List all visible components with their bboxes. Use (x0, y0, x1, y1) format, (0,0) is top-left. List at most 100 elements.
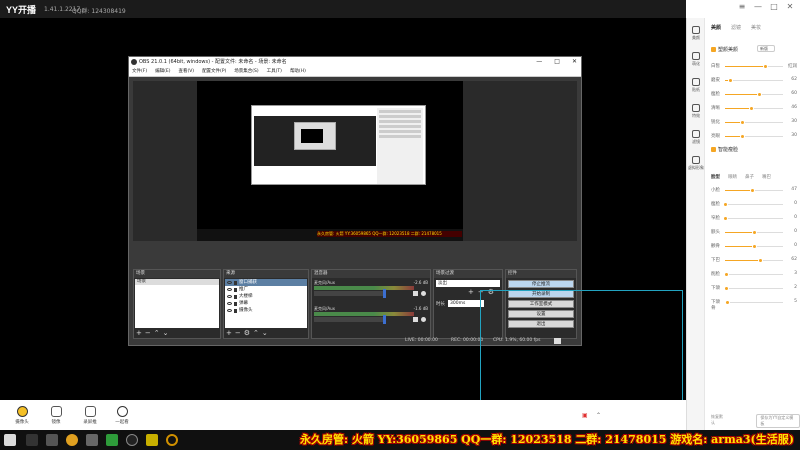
eye-icon[interactable] (227, 309, 232, 312)
tab-makeup[interactable]: 美妆 (751, 24, 761, 31)
slider-track[interactable] (725, 91, 783, 97)
beauty-slider[interactable]: 清晰 46 (711, 104, 797, 112)
lock-icon[interactable] (234, 294, 237, 299)
watch-together-button[interactable]: 一起看 (108, 406, 136, 425)
add-scene-icon[interactable]: + (136, 329, 142, 337)
slider-knob[interactable] (725, 299, 731, 305)
windows-start-icon[interactable] (4, 434, 16, 446)
face-slider[interactable]: 下巴 62 (711, 256, 797, 264)
slider-knob[interactable] (383, 289, 386, 298)
volume-slider[interactable] (314, 315, 386, 324)
maximize-icon[interactable]: □ (768, 2, 780, 11)
slider-track[interactable] (725, 187, 783, 193)
menu-help[interactable]: 帮助(H) (290, 67, 306, 76)
eye-icon[interactable] (227, 302, 232, 305)
remove-scene-icon[interactable]: − (145, 329, 151, 337)
face-slider[interactable]: 窄脸 0 (711, 214, 797, 222)
slider-knob[interactable] (728, 77, 734, 83)
slider-track[interactable] (725, 77, 783, 83)
tool-effect[interactable]: 特效 (687, 104, 705, 119)
tool-avatar[interactable]: 虚拟形象 (687, 156, 705, 171)
menu-file[interactable]: 文件(F) (132, 67, 147, 76)
checkbox-beauty[interactable] (711, 47, 716, 52)
tab-beauty[interactable]: 美颜 (711, 24, 721, 31)
slider-knob[interactable] (739, 133, 745, 139)
slider-track[interactable] (725, 119, 783, 125)
move-down-icon[interactable]: ⌄ (163, 329, 169, 337)
gear-icon[interactable] (421, 317, 426, 322)
slider-track[interactable] (722, 201, 783, 207)
slider-knob[interactable] (739, 119, 745, 125)
source-item[interactable]: 弹幕 (225, 300, 307, 307)
obs-maximize-icon[interactable]: □ (554, 57, 560, 67)
speaker-icon[interactable] (413, 317, 418, 322)
eye-icon[interactable] (227, 288, 232, 291)
app-icon[interactable] (106, 434, 118, 446)
lock-icon[interactable] (234, 280, 237, 285)
yy-taskbar-icon[interactable] (146, 434, 158, 446)
minimize-icon[interactable]: — (752, 2, 764, 11)
exit-button[interactable]: 退出 (508, 320, 574, 328)
eye-icon[interactable] (227, 295, 232, 298)
settings-button[interactable]: 设置 (508, 310, 574, 318)
slider-track[interactable] (725, 229, 783, 235)
face-slider[interactable]: 小脸 47 (711, 186, 797, 194)
obs-minimize-icon[interactable]: — (536, 57, 542, 67)
reset-default-button[interactable]: 恢复默认 (711, 414, 726, 428)
transition-select[interactable]: 淡出 (436, 280, 500, 287)
obs-close-icon[interactable]: ✕ (572, 57, 577, 67)
slider-track[interactable] (725, 133, 783, 139)
close-icon[interactable]: ✕ (784, 2, 796, 11)
chrome-icon[interactable] (66, 434, 78, 446)
slider-track[interactable] (725, 105, 783, 111)
slider-knob[interactable] (749, 187, 755, 193)
menu-profile[interactable]: 配置文件(P) (202, 67, 226, 76)
slider-track[interactable] (725, 257, 783, 263)
obs-preview[interactable]: 永久房管: 火箭 YY:36059865 QQ一群: 12023518 二群: … (133, 81, 577, 241)
source-item[interactable]: 推广 (225, 286, 307, 293)
slider-knob[interactable] (722, 215, 728, 221)
menu-tools[interactable]: 工具(T) (267, 67, 282, 76)
menu-scene-collection[interactable]: 场景集合(S) (234, 67, 258, 76)
beauty-slider[interactable]: 亮眼 30 (711, 132, 797, 140)
slider-track[interactable] (723, 285, 783, 291)
stop-streaming-button[interactable]: 停止推流 (508, 280, 574, 288)
lock-icon[interactable] (234, 308, 237, 313)
slider-knob[interactable] (751, 243, 757, 249)
slider-knob[interactable] (722, 201, 728, 207)
slider-track[interactable] (724, 271, 783, 277)
tool-filter[interactable]: 滤镜 (687, 130, 705, 145)
face-slider[interactable]: 额头 0 (711, 228, 797, 236)
gear-icon[interactable] (421, 291, 426, 296)
beauty-slider[interactable]: 锐化 30 (711, 118, 797, 126)
move-up-icon[interactable]: ⌃ (253, 329, 259, 337)
subtab-mouth[interactable]: 嘴巴 (762, 174, 771, 180)
menu-edit[interactable]: 编辑(E) (155, 67, 170, 76)
subtab-eyes[interactable]: 眼睛 (728, 174, 737, 180)
menu-view[interactable]: 查看(V) (178, 67, 194, 76)
face-slider[interactable]: 削脸 3 (711, 270, 797, 278)
source-settings-icon[interactable]: ⚙ (244, 329, 250, 337)
scene-item[interactable]: 场景 (135, 279, 219, 285)
move-up-icon[interactable]: ⌃ (154, 329, 160, 337)
studio-mode-button[interactable]: 工作室模式 (508, 300, 574, 308)
beauty-slider[interactable]: 磨皮 62 (711, 76, 797, 84)
search-icon[interactable] (26, 434, 38, 446)
slider-track[interactable] (722, 215, 783, 221)
slider-track[interactable] (725, 63, 783, 69)
add-transition-icon[interactable]: + (468, 288, 474, 296)
camera-icon[interactable]: ▣ (582, 412, 588, 419)
slider-track[interactable] (725, 299, 783, 305)
start-recording-button[interactable]: 开始录制 (508, 290, 574, 298)
slider-knob[interactable] (751, 229, 757, 235)
source-item[interactable]: 窗口捕获 (225, 279, 307, 286)
lock-icon[interactable] (234, 301, 237, 306)
chevron-up-icon[interactable]: ⌃ (596, 412, 601, 419)
camera-button[interactable]: 摄像头 (8, 406, 36, 425)
checkbox-face[interactable] (711, 147, 716, 152)
speaker-icon[interactable] (413, 291, 418, 296)
add-source-icon[interactable]: + (226, 329, 232, 337)
tool-cute[interactable]: 萌化 (687, 52, 705, 67)
volume-slider[interactable] (314, 289, 386, 298)
beauty-slider[interactable]: 瘦脸 60 (711, 90, 797, 98)
